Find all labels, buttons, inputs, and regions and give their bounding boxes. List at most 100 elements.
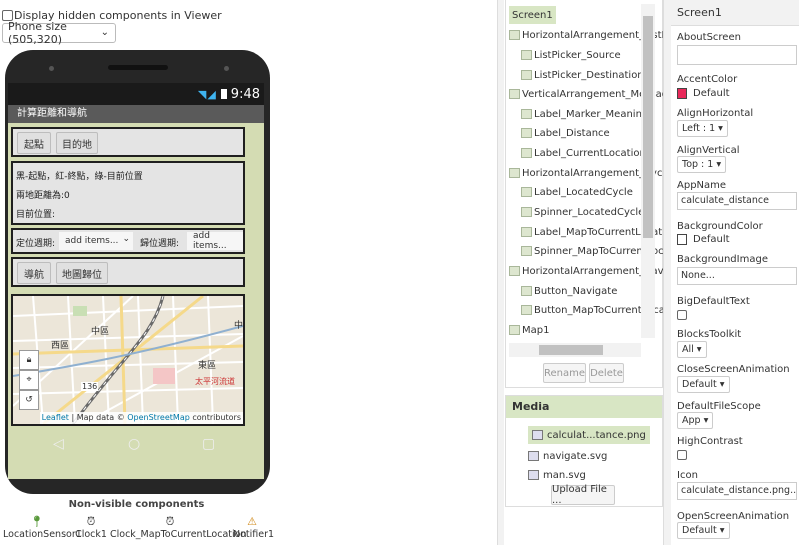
vertical-arrangement-message[interactable]: 黑-起點，紅-終點，綠-目前位置 兩地距離為:0 目前位置: bbox=[11, 161, 245, 225]
tree-item-screen1[interactable]: Screen1 bbox=[509, 6, 556, 24]
listpicker-icon bbox=[521, 50, 532, 60]
non-visible-components-title: Non-visible components bbox=[68, 499, 205, 510]
phone-size-select[interactable]: Phone size (505,320) ⌄ bbox=[2, 20, 116, 46]
tree-item-label-distance[interactable]: Label_Distance bbox=[521, 124, 610, 142]
tree-vertical-scrollbar[interactable] bbox=[641, 4, 655, 338]
listpicker-source-button[interactable]: 起點 bbox=[17, 132, 51, 154]
nonvisible-name: Notifier1 bbox=[233, 529, 275, 540]
horizontal-arrangement-navigate[interactable]: 導航 地圖歸位 bbox=[11, 257, 245, 287]
prop-app-name-input[interactable]: calculate_distance bbox=[677, 192, 797, 210]
reset-rotation-icon[interactable]: ↺ bbox=[19, 390, 39, 410]
prop-about-screen-input[interactable] bbox=[677, 45, 797, 65]
panel-divider[interactable] bbox=[497, 0, 504, 545]
map-label-central: 中區 bbox=[91, 327, 110, 337]
prop-big-default-text-checkbox[interactable] bbox=[677, 310, 687, 320]
prop-background-image-input[interactable]: None... bbox=[677, 267, 797, 285]
scrollbar-thumb[interactable] bbox=[643, 16, 653, 238]
label-icon bbox=[521, 109, 532, 119]
tree-horizontal-scrollbar[interactable] bbox=[509, 343, 641, 357]
map-label-edge: 中 bbox=[234, 321, 244, 331]
tree-item-label: Label_CurrentLocation bbox=[534, 147, 646, 159]
tree-item-label-current[interactable]: Label_CurrentLocation bbox=[521, 144, 646, 162]
prop-blocks-toolkit-select[interactable]: All ▾ bbox=[677, 341, 707, 358]
scrollbar-thumb[interactable] bbox=[539, 345, 603, 355]
tree-item-listpicker-source[interactable]: ListPicker_Source bbox=[521, 46, 621, 64]
components-tree[interactable]: Screen1 HorizontalArrangement_ListPi Lis… bbox=[505, 0, 673, 388]
media-file-navigate[interactable]: navigate.svg bbox=[528, 447, 607, 465]
tree-item-spinner-located[interactable]: Spinner_LocatedCycle bbox=[521, 203, 644, 221]
tree-item-label: Screen1 bbox=[512, 9, 553, 21]
app-screen[interactable]: 計算距離和導航 起點 目的地 黑-起點，紅-終點，綠-目前位置 兩地距離為:0 … bbox=[8, 105, 264, 479]
media-file-icon-png[interactable]: calculat...tance.png bbox=[528, 426, 650, 444]
phone-size-value: Phone size (505,320) bbox=[8, 20, 67, 46]
rename-button[interactable]: Rename bbox=[543, 363, 586, 383]
tree-item-label: Label_LocatedCycle bbox=[534, 186, 633, 198]
battery-icon bbox=[220, 89, 227, 99]
listpicker-icon bbox=[521, 70, 532, 80]
lock-icon[interactable]: 🔒︎ bbox=[19, 350, 39, 370]
accent-color-swatch[interactable] bbox=[677, 88, 687, 99]
back-icon[interactable]: ◁ bbox=[53, 436, 64, 452]
prop-icon-input[interactable]: calculate_distance.png... bbox=[677, 482, 797, 500]
prop-align-vertical-label: AlignVertical bbox=[677, 145, 740, 156]
prop-align-horizontal-select[interactable]: Left : 1 ▾ bbox=[677, 120, 728, 137]
horizontal-arrangement-listpicker[interactable]: 起點 目的地 bbox=[11, 127, 245, 157]
prop-background-color-value[interactable]: Default bbox=[693, 234, 730, 245]
prop-high-contrast-label: HighContrast bbox=[677, 436, 743, 447]
leaflet-link[interactable]: Leaflet bbox=[42, 413, 69, 422]
openstreetmap-link[interactable]: OpenStreetMap bbox=[127, 413, 190, 422]
home-icon[interactable]: ○ bbox=[128, 436, 140, 452]
prop-accent-color-value[interactable]: Default bbox=[693, 88, 730, 99]
tree-item-label-located-cycle[interactable]: Label_LocatedCycle bbox=[521, 183, 633, 201]
nonvisible-clock-map[interactable]: ⏰︎ Clock_MapToCurrentLocation bbox=[110, 515, 246, 540]
map-view[interactable]: 中區 西區 東區 136 太平河流道 中 🔒︎ ⌖ ↺ Leaflet | Ma… bbox=[11, 294, 245, 426]
nonvisible-notifier[interactable]: ⚠ Notifier1 bbox=[233, 515, 275, 540]
media-panel: Media calculat...tance.png navigate.svg … bbox=[505, 395, 663, 507]
prop-close-animation-select[interactable]: Default ▾ bbox=[677, 376, 730, 393]
status-bar: ◥◢ 9:48 bbox=[8, 83, 264, 105]
navigate-button[interactable]: 導航 bbox=[17, 262, 51, 284]
prop-high-contrast-checkbox[interactable] bbox=[677, 450, 687, 460]
background-color-swatch[interactable] bbox=[677, 234, 687, 245]
map-to-current-location-button[interactable]: 地圖歸位 bbox=[56, 262, 108, 284]
upload-file-button[interactable]: Upload File ... bbox=[551, 484, 615, 506]
tree-item-label: Button_Navigate bbox=[534, 285, 618, 297]
spinner-located-cycle[interactable]: add items... ⌄ bbox=[59, 232, 133, 250]
tree-item-label: Label_Distance bbox=[534, 127, 610, 139]
spinner-icon bbox=[521, 246, 532, 256]
label-icon bbox=[521, 128, 532, 138]
prop-open-animation-select[interactable]: Default ▾ bbox=[677, 522, 730, 539]
panel-divider[interactable] bbox=[663, 0, 671, 545]
tree-item-label: Spinner_LocatedCycle bbox=[534, 206, 645, 218]
nonvisible-location-sensor[interactable]: 📍︎ LocationSensor1 bbox=[3, 515, 82, 540]
map-icon bbox=[509, 325, 520, 335]
prop-about-screen-label: AboutScreen bbox=[677, 32, 741, 43]
media-file-man[interactable]: man.svg bbox=[528, 466, 586, 484]
label-icon bbox=[521, 148, 532, 158]
clock-icon: ⏰︎ bbox=[165, 515, 175, 528]
prop-default-file-scope-label: DefaultFileScope bbox=[677, 401, 761, 412]
spinner-map-to-current-location[interactable]: add items... bbox=[187, 231, 243, 251]
delete-button[interactable]: Delete bbox=[589, 363, 624, 383]
tree-item-listpicker-destination[interactable]: ListPicker_Destination bbox=[521, 66, 644, 84]
map-label-river: 太平河流道 bbox=[195, 377, 235, 386]
phone-speaker bbox=[108, 65, 168, 70]
prop-align-vertical-select[interactable]: Top : 1 ▾ bbox=[677, 156, 727, 173]
nonvisible-name: Clock_MapToCurrentLocation bbox=[110, 529, 247, 540]
attribution-separator: | Map data © bbox=[68, 413, 128, 422]
prop-background-image-label: BackgroundImage bbox=[677, 254, 768, 265]
tree-item-map1[interactable]: Map1 bbox=[509, 321, 549, 339]
recent-apps-icon[interactable]: ▢ bbox=[202, 436, 215, 452]
listpicker-destination-button[interactable]: 目的地 bbox=[56, 132, 98, 154]
media-title: Media bbox=[506, 396, 662, 418]
horizontal-arrangement-cycle[interactable]: 定位週期: add items... ⌄ 歸位週期: add items... bbox=[11, 228, 245, 254]
arrangement-icon bbox=[509, 89, 520, 99]
map-label-west: 西區 bbox=[51, 341, 70, 351]
nonvisible-clock1[interactable]: ⏰︎ Clock1 bbox=[75, 515, 107, 540]
locate-icon[interactable]: ⌖ bbox=[19, 370, 39, 390]
tree-item-button-navigate[interactable]: Button_Navigate bbox=[521, 282, 617, 300]
prop-align-horizontal-label: AlignHorizontal bbox=[677, 108, 754, 119]
prop-default-file-scope-select[interactable]: App ▾ bbox=[677, 412, 714, 429]
map-attribution: Leaflet | Map data © OpenStreetMap contr… bbox=[39, 412, 243, 424]
tree-item-label-marker[interactable]: Label_Marker_Meaning bbox=[521, 105, 648, 123]
